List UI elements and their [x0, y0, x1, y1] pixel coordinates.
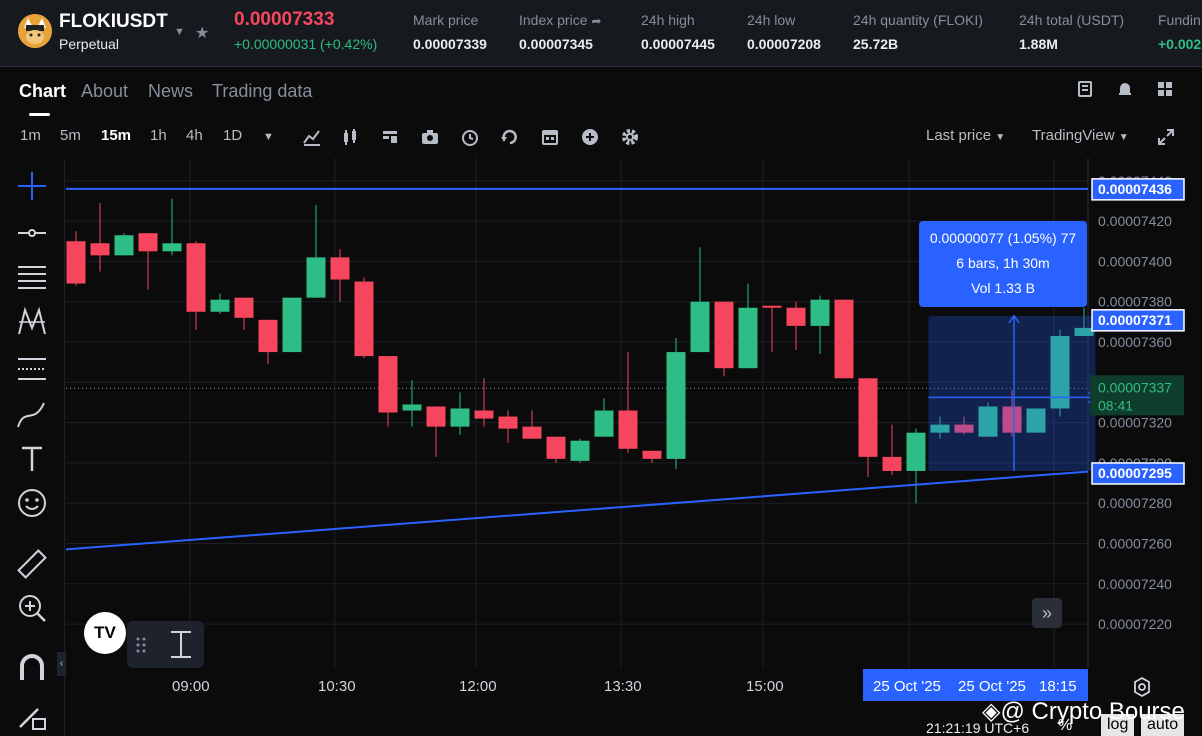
candle-body — [882, 456, 902, 471]
binance-diamond-icon: ◈ — [982, 698, 1001, 725]
price-tag: 0.00007371 — [1091, 309, 1185, 332]
candle-body — [834, 299, 854, 379]
y-tick-label: 0.00007280 — [1098, 495, 1172, 511]
y-tick-label: 0.00007420 — [1098, 213, 1172, 229]
measure-box — [928, 315, 1096, 471]
candle-body — [186, 243, 206, 312]
y-tick-label: 0.00007400 — [1098, 253, 1172, 269]
candle-body — [378, 356, 398, 413]
candle-body — [306, 257, 326, 298]
candle-body — [234, 297, 254, 318]
candle-body — [738, 307, 758, 369]
candle-body — [354, 281, 374, 357]
tradingview-logo-icon: TV — [84, 612, 126, 654]
candle-body — [138, 233, 158, 252]
candle-body — [90, 243, 110, 256]
price-tag-value: 0.00007371 — [1098, 312, 1172, 328]
price-tag: 0.00007295 — [1091, 462, 1185, 485]
y-tick-label: 0.00007240 — [1098, 576, 1172, 592]
price-tag-value: 0.00007436 — [1098, 181, 1172, 197]
y-tick-label: 0.00007320 — [1098, 415, 1172, 431]
candle-body — [522, 426, 542, 439]
candle-body — [402, 404, 422, 411]
candle-body — [858, 378, 878, 457]
measure-bars: 6 bars, 1h 30m — [956, 255, 1050, 271]
selection-start-date: 25 Oct '25 — [873, 678, 941, 695]
candle-body — [906, 432, 926, 471]
x-tick: 09:00 — [172, 678, 210, 695]
x-tick: 15:00 — [746, 678, 784, 695]
y-tick-label: 0.00007380 — [1098, 294, 1172, 310]
x-tick: 12:00 — [459, 678, 497, 695]
candle-body — [714, 301, 734, 369]
measure-change: 0.00000077 (1.05%) 77 — [929, 230, 1077, 246]
selection-time: 18:15 — [1039, 678, 1077, 695]
axis-settings-icon[interactable] — [1131, 676, 1153, 698]
candle-body — [762, 305, 782, 308]
candle-body — [210, 299, 230, 312]
candle-body — [594, 410, 614, 437]
price-countdown: 08:41 — [1098, 397, 1133, 413]
candle-body — [66, 241, 86, 284]
candle-body — [426, 406, 446, 427]
measure-volume: Vol 1.33 B — [971, 280, 1035, 296]
price-range-measure[interactable] — [928, 314, 1097, 471]
current-price-tag: 0.00007337 08:41 — [1090, 375, 1184, 416]
candle-body — [618, 410, 638, 449]
candle-body — [162, 243, 182, 252]
x-tick: 10:30 — [318, 678, 356, 695]
watermark: ◈@ Crypto Bourse — [982, 698, 1185, 725]
trend-line-drawing[interactable] — [65, 470, 1089, 551]
measure-tooltip: 0.00000077 (1.05%) 77 6 bars, 1h 30m Vol… — [919, 221, 1087, 307]
candle-body — [642, 450, 662, 459]
y-tick-label: 0.00007220 — [1098, 616, 1172, 632]
y-tick-label: 0.00007260 — [1098, 536, 1172, 552]
candle-body — [330, 257, 350, 280]
selection-end-date: 25 Oct '25 — [958, 678, 1026, 695]
candle-body — [546, 436, 566, 459]
candle-body — [810, 299, 830, 326]
price-tag: 0.00007436 — [1091, 178, 1185, 201]
price-tag-value: 0.00007295 — [1098, 465, 1172, 481]
candle-body — [570, 440, 590, 461]
candle-body — [474, 410, 494, 419]
candle-body — [258, 319, 278, 353]
y-tick-label: 0.00007360 — [1098, 334, 1172, 350]
scroll-to-realtime-icon[interactable]: » — [1032, 598, 1062, 628]
candle-body — [690, 301, 710, 353]
candle-body — [282, 297, 302, 353]
candle-body — [498, 416, 518, 429]
candle-body — [114, 235, 134, 256]
candle-body — [450, 408, 470, 427]
chart-controls[interactable] — [127, 621, 204, 668]
candle-body — [666, 352, 686, 459]
current-price-value: 0.00007337 — [1098, 379, 1172, 395]
x-tick: 13:30 — [604, 678, 642, 695]
candle-body — [786, 307, 806, 326]
